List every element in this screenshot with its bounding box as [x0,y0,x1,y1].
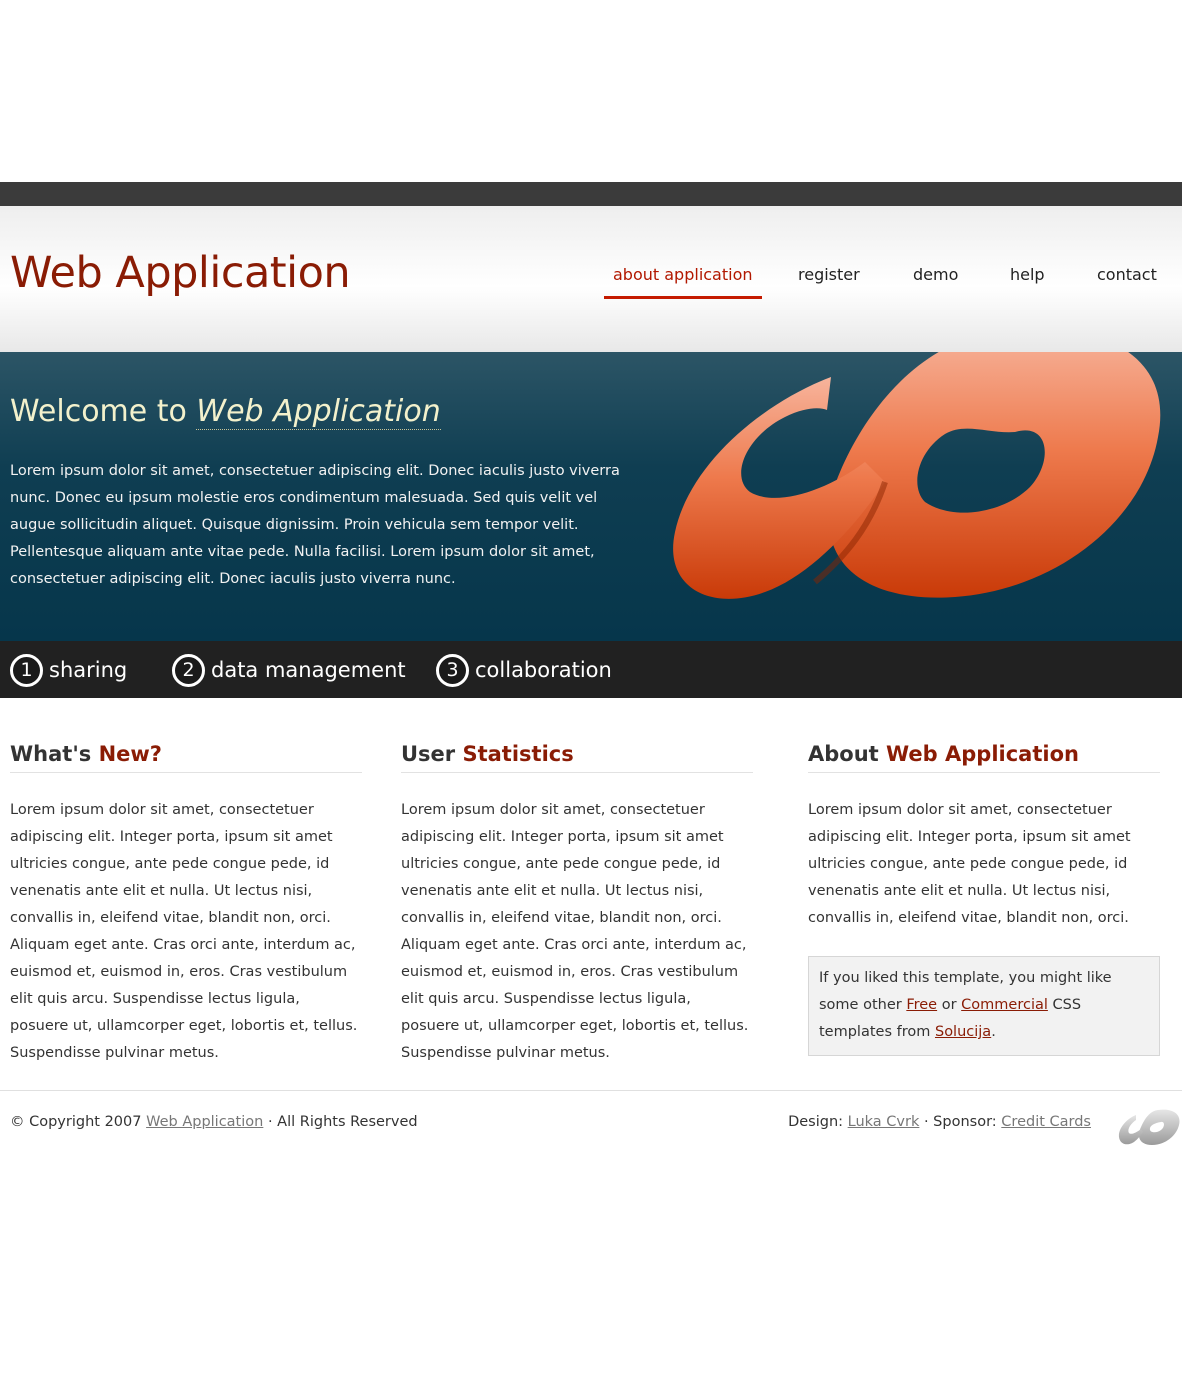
commercial-templates-link[interactable]: Commercial [961,997,1048,1013]
feature-label: sharing [49,658,128,682]
column-whats-new: What's New? Lorem ipsum dolor sit amet, … [10,742,362,1067]
column-title-accent: Statistics [462,742,574,766]
footer-logo-icon [1118,1109,1180,1145]
hero-text: Lorem ipsum dolor sit amet, consectetuer… [10,463,620,587]
feature-label: data management [211,658,406,682]
main-nav: about application register demo help con… [0,264,1182,299]
footer-divider [0,1090,1182,1091]
feature-label: collaboration [475,658,612,682]
infinity-logo-icon [673,352,1161,599]
footer-credits: Design: Luka Cvrk · Sponsor: Credit Card… [788,1114,1091,1130]
hero-title-prefix: Welcome to [10,394,197,429]
column-title: What's New? [10,742,362,773]
feature-number-2: 2 [172,653,205,687]
nav-help[interactable]: help [1010,264,1045,296]
column-title-plain: User [401,742,463,766]
promo-text: . [991,1024,996,1040]
column-title-accent: Web Application [886,742,1079,766]
features-bar: 1 sharing 2 data management 3 collaborat… [0,641,1182,698]
column-title-plain: What's [10,742,99,766]
footer-site-link[interactable]: Web Application [146,1114,263,1130]
sponsor-link[interactable]: Credit Cards [1001,1114,1091,1130]
column-user-statistics: User Statistics Lorem ipsum dolor sit am… [401,742,753,1067]
nav-contact[interactable]: contact [1097,264,1157,296]
footer-copyright: © Copyright 2007 Web Application · All R… [10,1114,418,1130]
design-label: Design: [788,1114,848,1130]
designer-link[interactable]: Luka Cvrk [848,1114,920,1130]
nav-demo[interactable]: demo [913,264,958,296]
feature-number-1: 1 [10,653,43,687]
top-bar [0,182,1182,206]
feature-data-management[interactable]: 2 data management [172,651,406,689]
free-templates-link[interactable]: Free [906,997,937,1013]
feature-sharing[interactable]: 1 sharing [10,651,127,689]
hero-banner: Welcome to Web Application Lorem ipsum d… [0,352,1182,641]
hero-title: Welcome to Web Application [10,394,441,430]
header: Web Application about application regist… [0,206,1182,353]
feature-collaboration[interactable]: 3 collaboration [436,651,612,689]
sponsor-label: · Sponsor: [919,1114,1002,1130]
copyright-text: © Copyright 2007 [10,1114,147,1130]
column-title: About Web Application [808,742,1160,773]
promo-box: If you liked this template, you might li… [808,956,1160,1056]
column-text: Lorem ipsum dolor sit amet, consectetuer… [10,802,358,1061]
promo-text: or [937,997,962,1013]
nav-about-application[interactable]: about application [604,264,762,299]
column-title: User Statistics [401,742,753,773]
hero-title-emphasis: Web Application [196,394,441,430]
column-text: Lorem ipsum dolor sit amet, consectetuer… [401,802,749,1061]
nav-register[interactable]: register [798,264,860,296]
solucija-link[interactable]: Solucija [935,1024,991,1040]
column-title-plain: About [808,742,887,766]
column-about: About Web Application Lorem ipsum dolor … [808,742,1160,932]
rights-text: · All Rights Reserved [263,1114,418,1130]
feature-number-3: 3 [436,653,469,687]
column-title-accent: New? [98,742,162,766]
column-text: Lorem ipsum dolor sit amet, consectetuer… [808,802,1131,926]
